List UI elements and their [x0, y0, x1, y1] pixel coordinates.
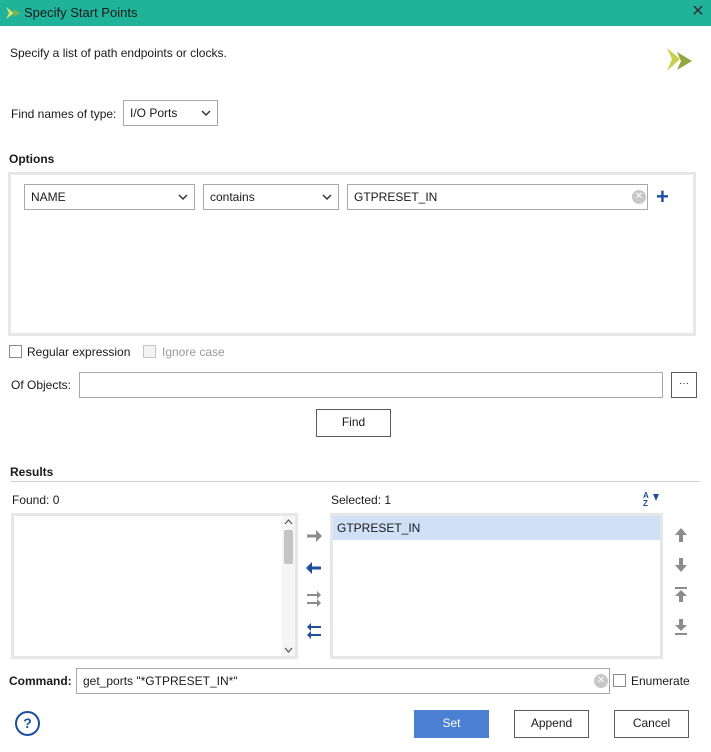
find-type-label: Find names of type:: [11, 107, 117, 121]
operator-select[interactable]: contains: [203, 184, 339, 210]
move-top-icon[interactable]: [672, 586, 690, 604]
clear-icon[interactable]: ✕: [632, 190, 646, 204]
vivado-logo-icon: [6, 7, 20, 19]
move-left-icon[interactable]: [305, 559, 323, 577]
chevron-down-icon: [322, 194, 332, 201]
cancel-button[interactable]: Cancel: [614, 710, 689, 738]
of-objects-input[interactable]: [79, 372, 663, 398]
scroll-up-icon[interactable]: [283, 517, 294, 526]
found-count: Found: 0: [12, 493, 60, 507]
enumerate-label: Enumerate: [631, 674, 690, 688]
chevron-down-icon: [178, 194, 188, 201]
regular-expression-checkbox[interactable]: [9, 345, 22, 358]
search-value-text: GTPRESET_IN: [354, 190, 438, 204]
search-value-input[interactable]: GTPRESET_IN: [347, 184, 648, 210]
command-input[interactable]: get_ports "*GTPRESET_IN*": [76, 668, 610, 694]
move-up-icon[interactable]: [672, 526, 690, 544]
vivado-logo-icon: [667, 48, 692, 71]
move-down-icon[interactable]: [672, 556, 690, 574]
set-button[interactable]: Set: [414, 710, 489, 738]
options-heading: Options: [9, 152, 55, 166]
ignore-case-checkbox[interactable]: [143, 345, 156, 358]
svg-text:Z: Z: [643, 499, 648, 508]
property-value: NAME: [31, 190, 66, 204]
regular-expression-label: Regular expression: [27, 345, 131, 359]
property-select[interactable]: NAME: [24, 184, 195, 210]
command-value: get_ports "*GTPRESET_IN*": [83, 674, 238, 688]
move-bottom-icon[interactable]: [672, 618, 690, 636]
append-button[interactable]: Append: [514, 710, 589, 738]
find-type-select[interactable]: I/O Ports: [123, 100, 218, 126]
results-heading: Results: [10, 465, 54, 479]
command-label: Command:: [9, 674, 72, 688]
enumerate-checkbox[interactable]: [613, 674, 626, 687]
operator-value: contains: [210, 190, 255, 204]
description-text: Specify a list of path endpoints or cloc…: [10, 46, 227, 60]
found-list-scroll-thumb[interactable]: [284, 530, 293, 564]
window-title: Specify Start Points: [24, 5, 138, 20]
help-icon[interactable]: ?: [15, 711, 40, 736]
clear-icon[interactable]: ✕: [594, 674, 608, 688]
scroll-down-icon[interactable]: [283, 646, 294, 655]
selected-count: Selected: 1: [331, 493, 392, 507]
ignore-case-label: Ignore case: [162, 345, 225, 359]
move-right-icon[interactable]: [305, 527, 323, 545]
browse-objects-button[interactable]: ···: [671, 372, 697, 398]
chevron-down-icon: [201, 110, 211, 117]
move-all-left-icon[interactable]: [305, 622, 323, 640]
find-type-value: I/O Ports: [130, 106, 178, 120]
close-icon[interactable]: ✕: [688, 2, 708, 22]
results-separator: [10, 481, 700, 482]
find-button[interactable]: Find: [316, 409, 391, 437]
of-objects-label: Of Objects:: [11, 378, 72, 392]
selected-list-item[interactable]: GTPRESET_IN: [333, 516, 660, 540]
move-all-right-icon[interactable]: [305, 590, 323, 608]
sort-az-icon[interactable]: A Z: [642, 490, 660, 508]
found-list[interactable]: [11, 513, 298, 659]
add-criteria-icon[interactable]: +: [656, 186, 669, 208]
